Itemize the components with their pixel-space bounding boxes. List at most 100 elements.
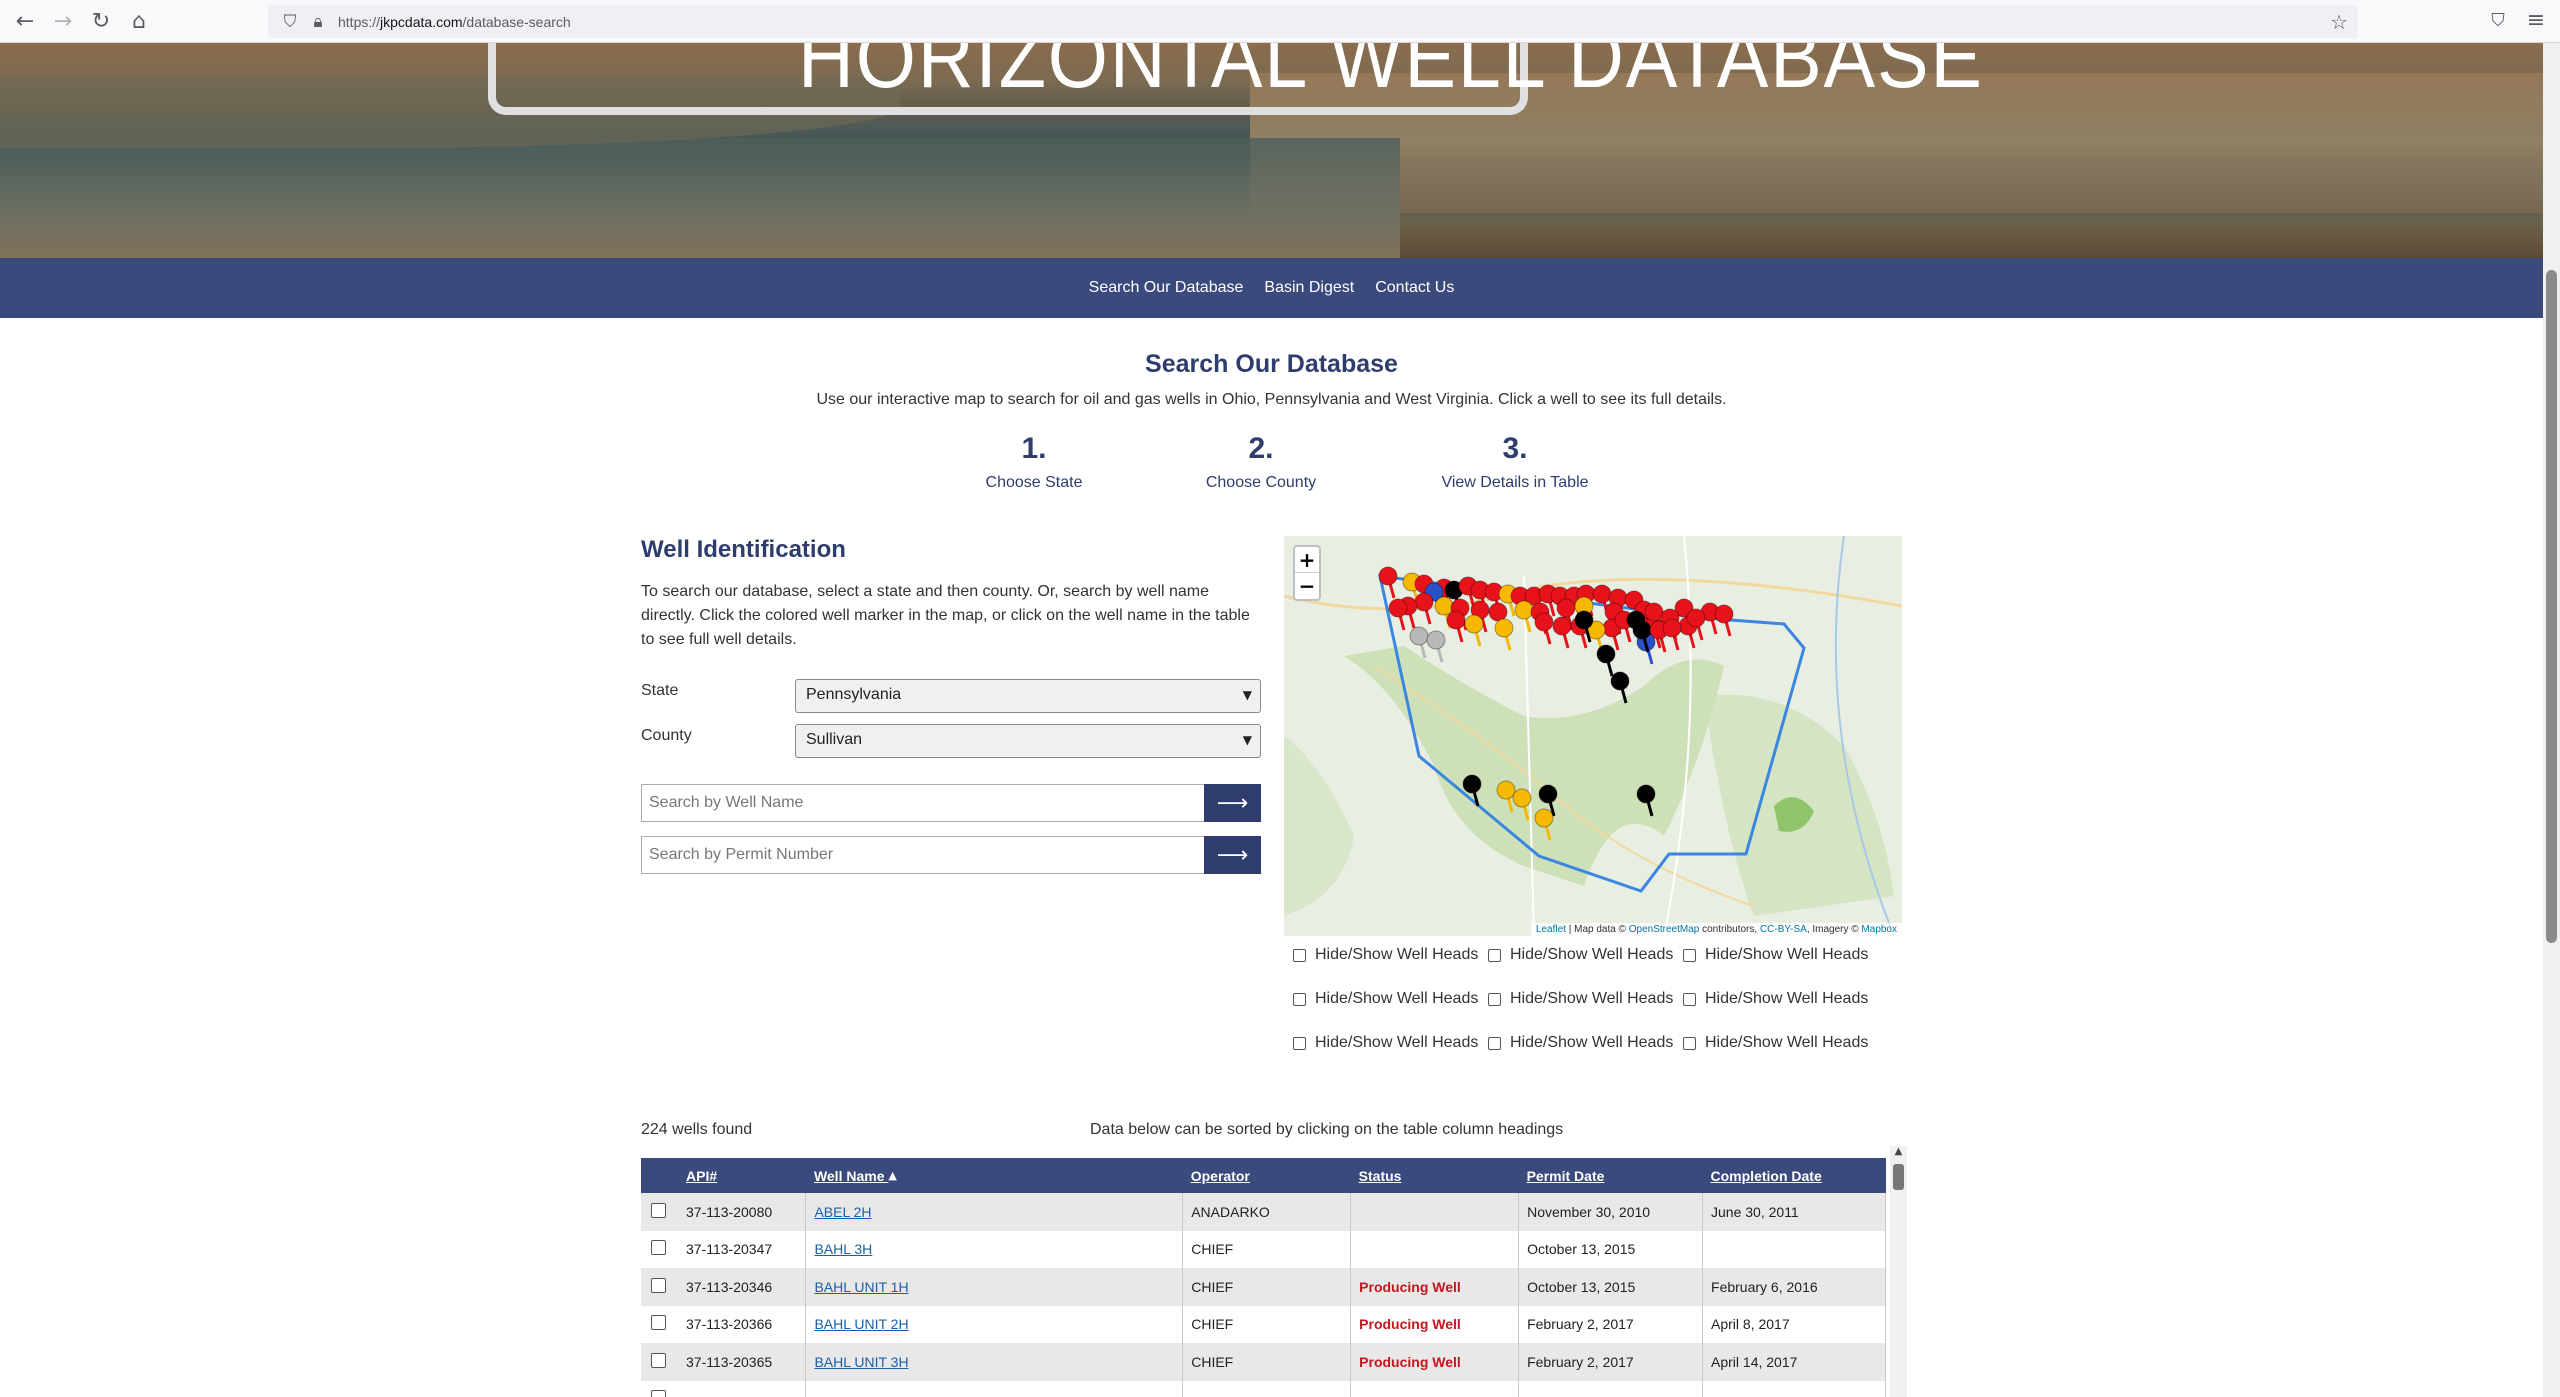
reload-icon[interactable]: ↻ [84,4,118,38]
well-marker[interactable] [1388,598,1408,618]
toggle-well-heads[interactable]: Hide/Show Well Heads [1683,990,1868,1008]
toggle-well-heads[interactable]: Hide/Show Well Heads [1293,990,1478,1008]
well-name-link[interactable]: BAHL 3H [814,1241,872,1257]
permit-search-button[interactable]: ⟶ [1204,836,1261,874]
table-scrollbar[interactable]: ▲ [1890,1146,1907,1397]
well-marker[interactable] [1496,780,1516,800]
nav-search-database[interactable]: Search Our Database [1089,279,1244,297]
well-marker[interactable] [1409,626,1429,646]
lock-icon[interactable]: 🔒︎ [304,12,332,32]
checkbox[interactable] [1488,1036,1501,1050]
well-marker[interactable] [1534,612,1554,632]
well-marker[interactable] [1574,610,1594,630]
permit-search-input[interactable] [641,836,1204,874]
column-header-permit-date[interactable]: Permit Date [1519,1158,1703,1193]
column-header-api[interactable]: API# [666,1158,806,1193]
column-header-status[interactable]: Status [1351,1158,1519,1193]
well-marker[interactable] [1414,592,1434,612]
well-marker[interactable] [1592,584,1612,604]
zoom-in-button[interactable]: + [1295,547,1319,573]
well-map[interactable]: + − Leaflet | Map data © OpenStreetMap c… [1284,536,1902,936]
well-marker[interactable] [1662,618,1682,638]
well-marker[interactable] [1434,596,1454,616]
well-marker[interactable] [1464,614,1484,634]
well-name-link[interactable]: BAHL UNIT 1H [814,1279,908,1295]
checkbox[interactable] [1488,948,1501,962]
toggle-well-heads[interactable]: Hide/Show Well Heads [1488,990,1673,1008]
table-row[interactable]: 37-113-20366 BAHL UNIT 2H CHIEF Producin… [641,1305,1886,1343]
well-marker[interactable] [1378,566,1398,586]
checkbox[interactable] [1683,1036,1696,1050]
checkbox[interactable] [1293,948,1306,962]
bookmark-star-icon[interactable]: ☆ [2330,10,2348,34]
back-icon[interactable]: ← [8,4,42,38]
row-checkbox[interactable] [651,1390,666,1397]
toggle-well-heads[interactable]: Hide/Show Well Heads [1683,946,1868,964]
mapbox-link[interactable]: Mapbox [1861,924,1897,935]
zoom-out-button[interactable]: − [1295,573,1319,599]
osm-link[interactable]: OpenStreetMap [1629,924,1700,935]
well-marker[interactable] [1596,644,1616,664]
table-scrollbar-thumb[interactable] [1893,1164,1904,1190]
county-select[interactable]: Sullivan ▼ [795,724,1261,758]
nav-basin-digest[interactable]: Basin Digest [1264,279,1354,297]
table-row[interactable] [641,1380,1886,1397]
well-marker[interactable] [1552,616,1572,636]
shield-icon[interactable]: ⛉ [276,12,304,32]
well-marker[interactable] [1714,604,1734,624]
well-name-link[interactable]: BAHL UNIT 3H [814,1354,908,1370]
table-row[interactable]: 37-113-20346 BAHL UNIT 1H CHIEF Producin… [641,1268,1886,1306]
well-marker[interactable] [1644,602,1664,622]
menu-icon[interactable]: ≡ [2523,8,2549,34]
well-marker[interactable] [1632,620,1652,640]
checkbox[interactable] [1488,992,1501,1006]
well-marker[interactable] [1514,600,1534,620]
page-scrollbar-thumb[interactable] [2546,270,2557,943]
toggle-well-heads[interactable]: Hide/Show Well Heads [1488,946,1673,964]
column-header-completion-date[interactable]: Completion Date [1703,1158,1886,1193]
well-marker[interactable] [1686,608,1706,628]
home-icon[interactable]: ⌂ [122,4,156,38]
well-marker[interactable] [1446,610,1466,630]
state-select[interactable]: Pennsylvania ▼ [795,679,1261,713]
toggle-well-heads[interactable]: Hide/Show Well Heads [1293,946,1478,964]
table-row[interactable]: 37-113-20080 ABEL 2H ANADARKO November 3… [641,1193,1886,1231]
row-checkbox[interactable] [651,1277,666,1293]
well-marker[interactable] [1556,598,1576,618]
toggle-well-heads[interactable]: Hide/Show Well Heads [1293,1034,1478,1052]
scroll-up-icon[interactable]: ▲ [1890,1146,1907,1162]
forward-icon[interactable]: → [46,4,80,38]
well-marker[interactable] [1538,784,1558,804]
well-marker[interactable] [1462,774,1482,794]
page-scrollbar[interactable] [2543,43,2560,1397]
nav-contact-us[interactable]: Contact Us [1375,279,1454,297]
well-name-link[interactable]: BAHL UNIT 2H [814,1316,908,1332]
well-name-search-input[interactable] [641,784,1204,822]
pocket-icon[interactable]: ⛉ [2487,10,2509,32]
row-checkbox[interactable] [651,1315,666,1331]
well-name-search-button[interactable]: ⟶ [1204,784,1261,822]
well-marker[interactable] [1494,618,1514,638]
checkbox[interactable] [1683,948,1696,962]
column-header-well-name[interactable]: Well Name ▲ [806,1158,1183,1193]
row-checkbox[interactable] [651,1352,666,1368]
cc-link[interactable]: CC-BY-SA [1760,924,1807,935]
url-text[interactable]: https://jkpcdata.com/database-search [338,14,571,30]
row-checkbox[interactable] [651,1240,666,1256]
address-bar[interactable]: ⛉ 🔒︎ https://jkpcdata.com/database-searc… [268,5,2358,38]
table-row[interactable]: 37-113-20365 BAHL UNIT 3H CHIEF Producin… [641,1343,1886,1381]
well-marker[interactable] [1636,784,1656,804]
checkbox[interactable] [1293,992,1306,1006]
toggle-well-heads[interactable]: Hide/Show Well Heads [1683,1034,1868,1052]
well-marker[interactable] [1426,630,1446,650]
toggle-well-heads[interactable]: Hide/Show Well Heads [1488,1034,1673,1052]
well-marker[interactable] [1534,808,1554,828]
well-name-link[interactable]: ABEL 2H [814,1204,871,1220]
row-checkbox[interactable] [651,1202,666,1218]
leaflet-link[interactable]: Leaflet [1536,924,1566,935]
well-marker[interactable] [1488,602,1508,622]
checkbox[interactable] [1293,1036,1306,1050]
checkbox[interactable] [1683,992,1696,1006]
table-row[interactable]: 37-113-20347 BAHL 3H CHIEF October 13, 2… [641,1230,1886,1268]
map-canvas[interactable] [1284,536,1902,936]
